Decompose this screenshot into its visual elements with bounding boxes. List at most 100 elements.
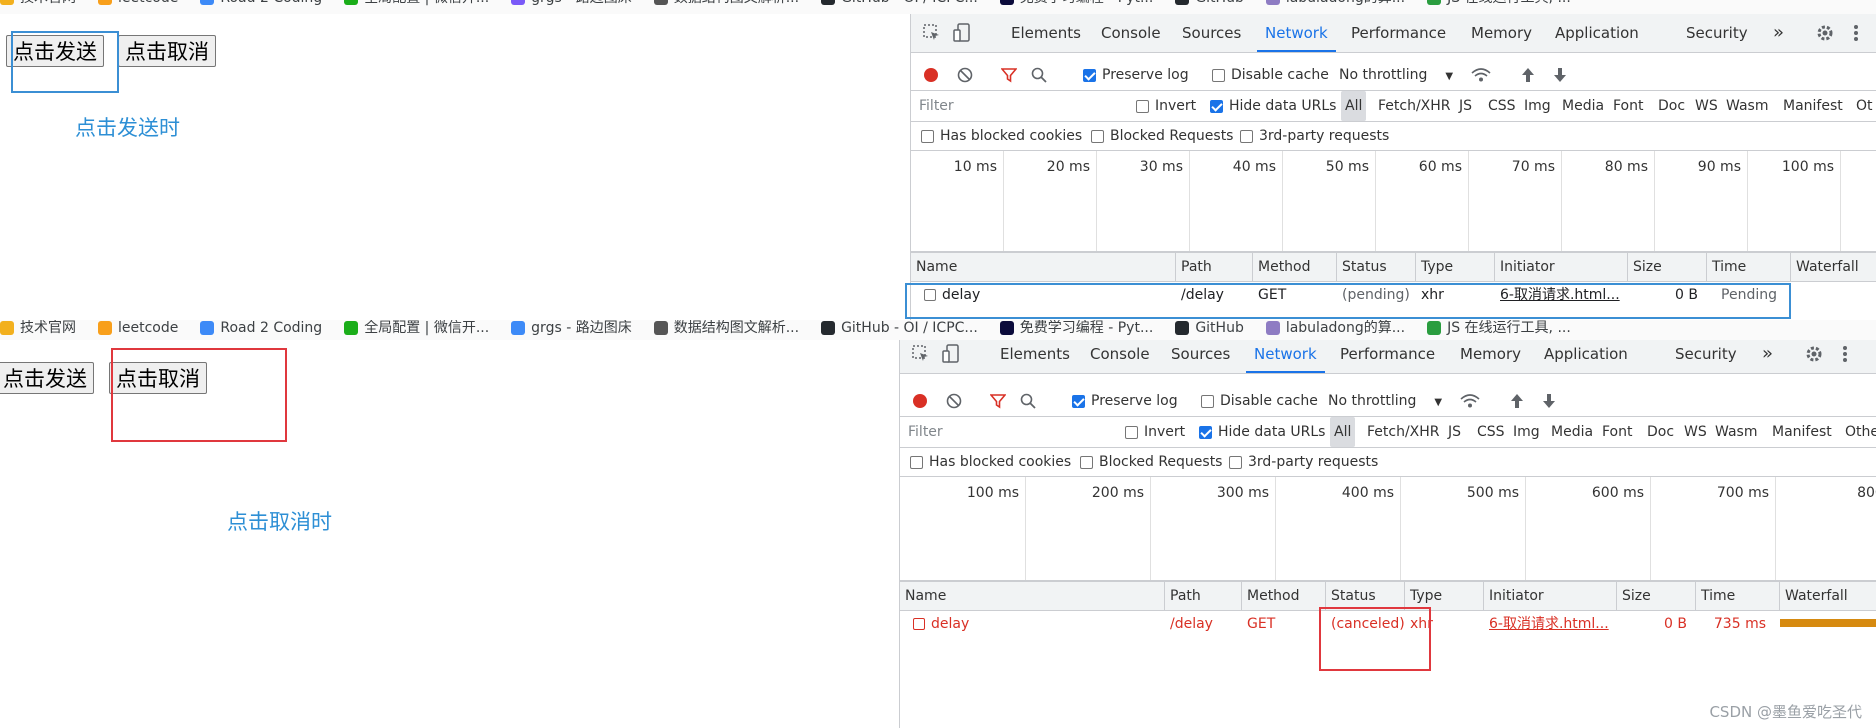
third-party-checkbox-2[interactable]: 3rd-party requests — [1229, 447, 1378, 477]
column-header-type[interactable]: Type — [1416, 253, 1495, 281]
filter-icon[interactable] — [1000, 67, 1018, 87]
tab-elements-2[interactable]: Elements — [1000, 340, 1070, 373]
throttling-select[interactable]: No throttling ▼ — [1339, 60, 1453, 90]
column-header-method-2[interactable]: Method — [1242, 582, 1326, 610]
tab-console[interactable]: Console — [1101, 14, 1161, 52]
bottom-bookmark-0[interactable]: 技术官网 — [0, 321, 76, 335]
throttling-select-2[interactable]: No throttling ▼ — [1328, 386, 1442, 416]
tab-application-2[interactable]: Application — [1544, 340, 1628, 373]
column-header-waterfall-2[interactable]: Waterfall — [1780, 582, 1876, 610]
preserve-log-checkbox[interactable]: Preserve log — [1083, 60, 1189, 90]
preserve-log-checkbox-2[interactable]: Preserve log — [1072, 386, 1178, 416]
gear-icon-2[interactable] — [1805, 345, 1823, 367]
top-bookmark-8[interactable]: GitHub — [1175, 0, 1244, 5]
record-icon-2[interactable] — [912, 393, 928, 413]
top-bookmark-7[interactable]: 免费学习编程 - Pyt... — [999, 0, 1153, 5]
invert-checkbox[interactable]: Invert — [1136, 91, 1196, 121]
type-filter-manifest[interactable]: Manifest — [1783, 91, 1843, 121]
gear-icon[interactable] — [1816, 24, 1834, 46]
more-tabs-icon[interactable]: » — [1773, 14, 1784, 52]
device-toggle-icon-2[interactable] — [942, 344, 960, 368]
bottom-bookmark-10[interactable]: JS 在线运行工具, ... — [1427, 321, 1571, 335]
column-header-time-2[interactable]: Time — [1696, 582, 1780, 610]
column-header-name-2[interactable]: Name — [900, 582, 1165, 610]
type-filter-fetch-xhr-2[interactable]: Fetch/XHR — [1367, 417, 1440, 447]
search-icon[interactable] — [1031, 67, 1047, 87]
tab-application[interactable]: Application — [1555, 14, 1639, 52]
column-header-status[interactable]: Status — [1337, 253, 1416, 281]
type-filter-doc[interactable]: Doc — [1658, 91, 1685, 121]
tab-performance-2[interactable]: Performance — [1340, 340, 1435, 373]
top-bookmark-3[interactable]: 全局配置 | 微信开... — [344, 0, 489, 5]
column-header-size[interactable]: Size — [1628, 253, 1707, 281]
type-filter-media[interactable]: Media — [1562, 91, 1604, 121]
type-filter-ws[interactable]: WS — [1695, 91, 1718, 121]
blocked-requests-checkbox[interactable]: Blocked Requests — [1091, 121, 1233, 151]
top-bookmark-5[interactable]: 数据结构图文解析... — [653, 0, 799, 5]
column-header-size-2[interactable]: Size — [1617, 582, 1696, 610]
filter-icon-2[interactable] — [989, 393, 1007, 413]
type-filter-manifest-2[interactable]: Manifest — [1772, 417, 1832, 447]
type-filter-js-2[interactable]: JS — [1448, 417, 1461, 447]
has-blocked-cookies-checkbox[interactable]: Has blocked cookies — [921, 121, 1082, 151]
top-bookmark-1[interactable]: leetcode — [98, 0, 178, 5]
wifi-icon[interactable] — [1471, 67, 1491, 87]
tab-security[interactable]: Security — [1686, 14, 1748, 52]
kebab-menu-icon[interactable] — [1853, 24, 1859, 46]
type-filter-css[interactable]: CSS — [1488, 91, 1516, 121]
tab-performance[interactable]: Performance — [1351, 14, 1446, 52]
download-icon[interactable] — [1553, 67, 1567, 87]
type-filter-wasm-2[interactable]: Wasm — [1715, 417, 1757, 447]
column-header-name[interactable]: Name — [911, 253, 1176, 281]
clear-icon-2[interactable] — [946, 393, 962, 413]
bottom-bookmark-6[interactable]: GitHub - OI / ICPC... — [821, 321, 978, 335]
type-filter-all[interactable]: All — [1341, 91, 1367, 121]
top-bookmark-0[interactable]: 技术官网 — [0, 0, 76, 5]
cancel-button[interactable]: 点击取消 — [118, 35, 216, 67]
clear-icon[interactable] — [957, 67, 973, 87]
type-filter-img[interactable]: Img — [1524, 91, 1551, 121]
bottom-bookmark-7[interactable]: 免费学习编程 - Pyt... — [999, 321, 1153, 335]
tab-network[interactable]: Network — [1257, 14, 1336, 52]
has-blocked-cookies-checkbox-2[interactable]: Has blocked cookies — [910, 447, 1071, 477]
kebab-menu-icon-2[interactable] — [1842, 345, 1848, 367]
disable-cache-checkbox-2[interactable]: Disable cache — [1201, 386, 1318, 416]
hide-data-urls-checkbox-2[interactable]: Hide data URLs — [1199, 417, 1325, 447]
record-icon[interactable] — [923, 67, 939, 87]
top-bookmark-2[interactable]: Road 2 Coding — [200, 0, 322, 5]
type-filter-media-2[interactable]: Media — [1551, 417, 1593, 447]
bottom-bookmark-4[interactable]: grgs - 路边图床 — [511, 321, 632, 335]
column-header-status-2[interactable]: Status — [1326, 582, 1405, 610]
bottom-bookmark-1[interactable]: leetcode — [98, 321, 178, 335]
device-toggle-icon[interactable] — [953, 23, 971, 47]
third-party-checkbox[interactable]: 3rd-party requests — [1240, 121, 1389, 151]
tab-memory-2[interactable]: Memory — [1460, 340, 1521, 373]
download-icon-2[interactable] — [1542, 393, 1556, 413]
type-filter-doc-2[interactable]: Doc — [1647, 417, 1674, 447]
type-filter-font[interactable]: Font — [1613, 91, 1643, 121]
type-filter-js[interactable]: JS — [1459, 91, 1472, 121]
column-header-initiator[interactable]: Initiator — [1495, 253, 1628, 281]
type-filter-other[interactable]: Ot — [1856, 91, 1873, 121]
type-filter-ws-2[interactable]: WS — [1684, 417, 1707, 447]
bottom-bookmark-3[interactable]: 全局配置 | 微信开... — [344, 321, 489, 335]
wifi-icon-2[interactable] — [1460, 393, 1480, 413]
tab-sources-2[interactable]: Sources — [1171, 340, 1230, 373]
disable-cache-checkbox[interactable]: Disable cache — [1212, 60, 1329, 90]
inspect-icon[interactable] — [923, 24, 941, 46]
top-bookmark-6[interactable]: GitHub - OI / ICPC... — [821, 0, 978, 5]
column-header-method[interactable]: Method — [1253, 253, 1337, 281]
type-filter-font-2[interactable]: Font — [1602, 417, 1632, 447]
invert-checkbox-2[interactable]: Invert — [1125, 417, 1185, 447]
bottom-bookmark-2[interactable]: Road 2 Coding — [200, 321, 322, 335]
type-filter-wasm[interactable]: Wasm — [1726, 91, 1768, 121]
more-tabs-icon-2[interactable]: » — [1762, 340, 1773, 373]
top-bookmark-9[interactable]: labuladong的算... — [1265, 0, 1405, 5]
type-filter-fetch-xhr[interactable]: Fetch/XHR — [1378, 91, 1451, 121]
type-filter-all-2[interactable]: All — [1330, 417, 1356, 447]
tab-network-2[interactable]: Network — [1246, 340, 1325, 373]
column-header-path-2[interactable]: Path — [1165, 582, 1242, 610]
filter-input[interactable]: Filter — [911, 95, 1119, 117]
column-header-path[interactable]: Path — [1176, 253, 1253, 281]
tab-console-2[interactable]: Console — [1090, 340, 1150, 373]
